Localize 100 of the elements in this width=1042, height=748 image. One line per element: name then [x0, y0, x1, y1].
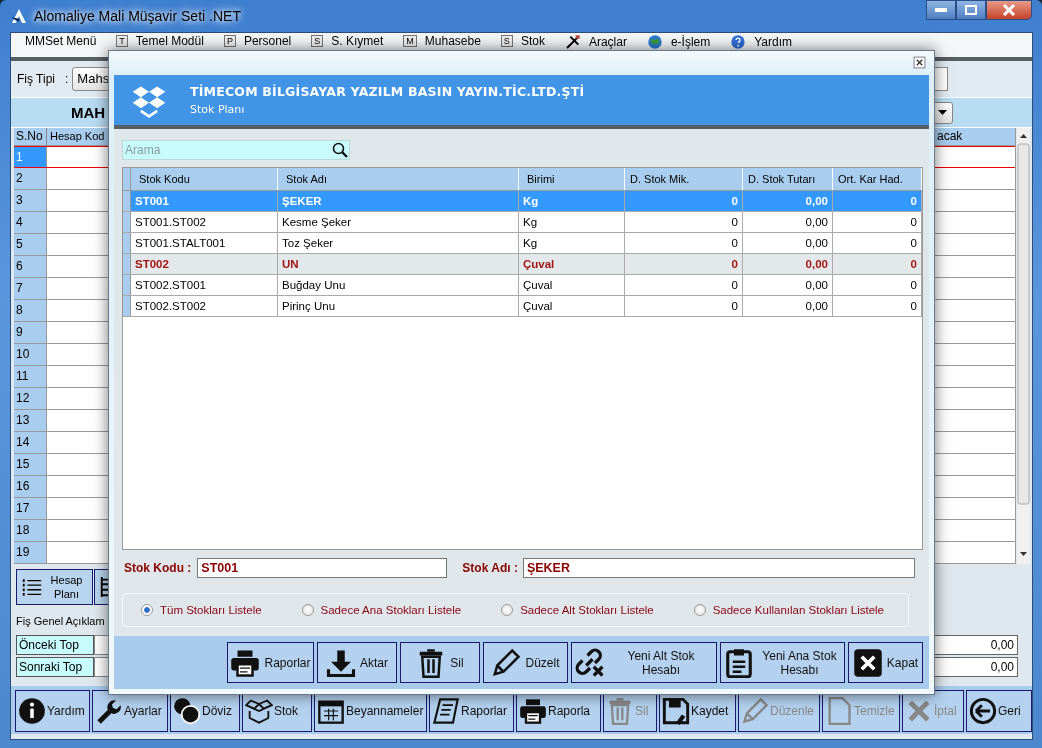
broken-link-icon	[575, 647, 605, 678]
input-field[interactable]: ŞEKER	[522, 558, 915, 578]
table-cell: 0	[625, 233, 743, 253]
table-cell: 0	[833, 212, 922, 232]
toolbar-button[interactable]: Yardım	[15, 690, 90, 732]
column-header: S.No	[14, 128, 47, 145]
radio-option[interactable]: Sadece Ana Stokları Listele	[301, 604, 462, 616]
row-number: 10	[14, 344, 47, 365]
table-cell: Çuval	[519, 296, 625, 316]
scrollbar[interactable]	[1017, 128, 1030, 564]
search-icon	[332, 142, 348, 158]
globe-icon	[646, 34, 663, 50]
radio-button[interactable]	[141, 604, 153, 616]
dialog-button[interactable]: Kapat	[848, 642, 923, 683]
table-cell: 0	[833, 296, 922, 316]
close-button[interactable]	[986, 0, 1032, 20]
minimize-button[interactable]	[926, 0, 956, 20]
row-number: 16	[14, 476, 47, 497]
dialog-button[interactable]: Yeni Alt Stok Hesabı	[571, 642, 717, 683]
table-cell: 0	[625, 296, 743, 316]
table-cell: Çuval	[519, 275, 625, 295]
input-field[interactable]: ST001	[197, 558, 448, 578]
row-selector[interactable]	[123, 296, 131, 316]
row-number: 6	[14, 256, 47, 277]
maximize-icon	[965, 5, 977, 15]
radio-button[interactable]	[501, 604, 514, 616]
table-cell: Kg	[519, 191, 625, 211]
dialog-button[interactable]: Yeni Ana Stok Hesabı	[720, 642, 845, 683]
menu-item[interactable]: Temel Modül	[135, 34, 204, 48]
radio-option[interactable]: Tüm Stokları Listele	[141, 604, 262, 616]
caret-icon	[938, 110, 947, 115]
table-cell: 0,00	[743, 254, 833, 274]
row-selector[interactable]	[123, 254, 131, 274]
tools-icon	[564, 34, 581, 50]
table-cell: UN	[278, 254, 519, 274]
table-cell: ST001	[131, 191, 278, 211]
menu-item[interactable]: S. Kıymet	[331, 34, 384, 48]
table-cell: Çuval	[519, 254, 625, 274]
table-cell: 0,00	[743, 212, 833, 232]
table-row[interactable]: ST001.ST002 Kesme Şeker Kg 0 0,00 0	[123, 212, 922, 233]
account-plan-button[interactable]: Hesap Planı	[16, 569, 93, 605]
maximize-button[interactable]	[956, 0, 986, 20]
row-number: 8	[14, 300, 47, 321]
field-label: Stok Adı :	[461, 561, 518, 575]
table-cell: Kg	[519, 212, 625, 232]
row-number: 19	[14, 542, 47, 563]
table-cell: 0	[625, 191, 743, 211]
table-cell: 0	[833, 254, 922, 274]
table-cell: Toz Şeker	[278, 233, 519, 253]
row-selector[interactable]	[123, 233, 131, 253]
dialog-button[interactable]: Düzelt	[483, 642, 568, 683]
menu-item[interactable]: Stok	[520, 34, 545, 48]
table-cell: 0	[833, 275, 922, 295]
menu-item[interactable]: Personel	[243, 34, 292, 48]
dialog-button[interactable]: Raporlar	[227, 642, 314, 683]
dialog-title: Stok Planı	[190, 103, 246, 116]
column-header: Stok Adı	[278, 168, 519, 190]
table-cell: 0	[625, 275, 743, 295]
table-row[interactable]: ST002 UN Çuval 0 0,00 0	[123, 254, 922, 275]
row-selector[interactable]	[123, 275, 131, 295]
table-cell: Buğday Unu	[278, 275, 519, 295]
close-button[interactable]	[911, 55, 928, 70]
key-badge: S	[311, 35, 324, 47]
row-number: 5	[14, 234, 47, 255]
company-name: TİMECOM BİLGİSAYAR YAZILM BASIN YAYIN.TİC.LTD.ŞTİ	[190, 84, 585, 99]
search-field[interactable]: Arama	[122, 140, 350, 160]
table-row[interactable]: ST002.ST002 Pirinç Unu Çuval 0 0,00 0	[123, 296, 922, 317]
close-icon	[852, 647, 883, 678]
table-cell: ST001.ST002	[131, 212, 278, 232]
total-label: Önceki Top	[16, 635, 94, 655]
window-title: Alomaliye Mali Müşavir Seti .NET	[34, 8, 241, 24]
key-badge: M	[403, 35, 417, 47]
menu-item[interactable]: e-İşlem	[670, 35, 711, 49]
box-icon	[245, 697, 273, 725]
table-cell: Pirinç Unu	[278, 296, 519, 316]
printer-icon	[519, 697, 547, 725]
close-icon	[913, 56, 926, 69]
column-header: Ort. Kar Had.	[833, 168, 922, 190]
app-logo-icon	[10, 7, 28, 25]
dialog-button[interactable]: Sil	[400, 642, 480, 683]
total-field[interactable]: 0,00	[933, 635, 1018, 655]
row-selector[interactable]	[123, 191, 131, 211]
menu-item[interactable]: Yardım	[754, 35, 793, 49]
menu-item[interactable]: MMSet Menü	[25, 34, 97, 48]
column-header: D. Stok Mik.	[625, 168, 743, 190]
radio-option[interactable]: Sadece Alt Stokları Listele	[501, 604, 654, 616]
table-cell: ŞEKER	[278, 191, 519, 211]
total-field[interactable]: 0,00	[933, 657, 1018, 677]
key-badge: P	[223, 35, 236, 47]
field-label: Fiş Genel Açıklam	[16, 615, 106, 629]
radio-option[interactable]: Sadece Kullanılan Stokları Listele	[693, 604, 884, 616]
menu-item[interactable]: Araçlar	[588, 35, 627, 49]
table-row[interactable]: ST002.ST001 Buğday Unu Çuval 0 0,00 0	[123, 275, 922, 296]
toolbar-button[interactable]: Geri	[966, 690, 1032, 732]
dialog-button[interactable]: Aktar	[317, 642, 397, 683]
radio-button[interactable]	[693, 604, 706, 616]
radio-button[interactable]	[301, 604, 314, 616]
table-cell: 0	[625, 254, 743, 274]
row-selector[interactable]	[123, 212, 131, 232]
menu-item[interactable]: Muhasebe	[424, 34, 481, 48]
